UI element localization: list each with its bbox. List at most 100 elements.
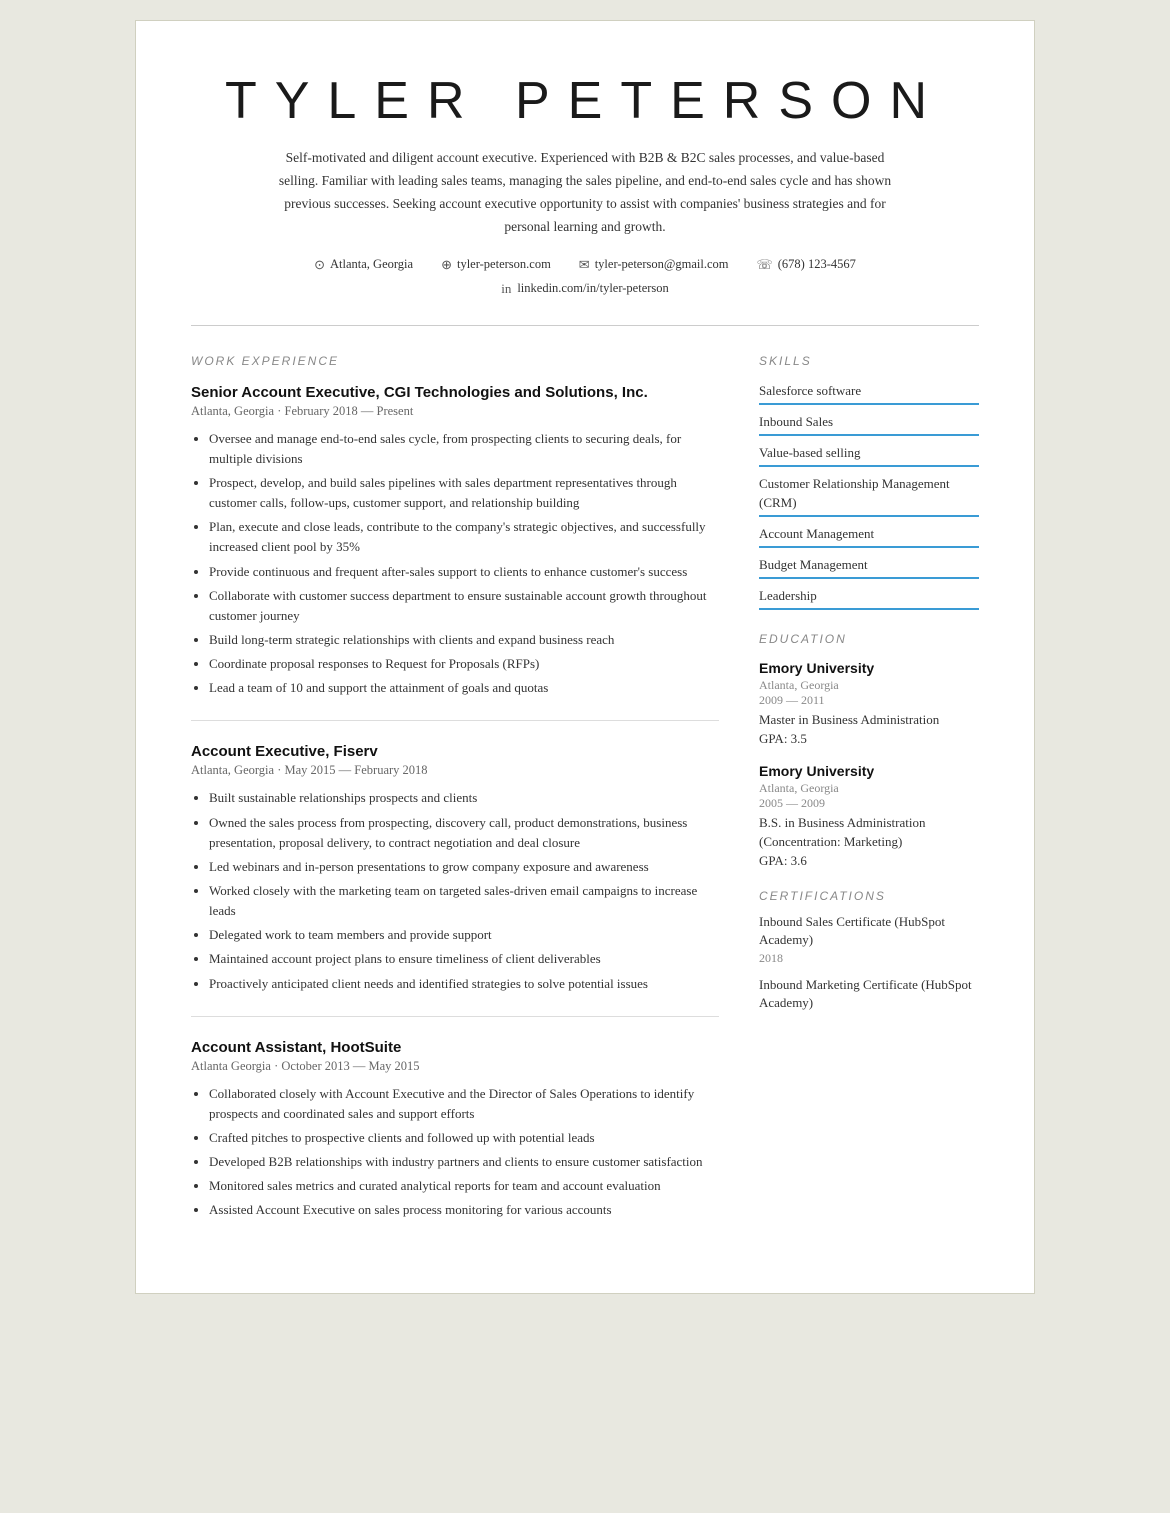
globe-icon: ⊕ [441,257,452,273]
certifications-list: Inbound Sales Certificate (HubSpot Acade… [759,913,979,1013]
skills-section-title: SKILLS [759,354,979,368]
job-1-title: Senior Account Executive, CGI Technologi… [191,384,719,401]
skill-item: Salesforce software [759,382,979,405]
main-column: WORK EXPERIENCE Senior Account Executive… [191,354,719,1243]
email-contact: ✉ tyler-peterson@gmail.com [579,257,729,273]
list-item: Prospect, develop, and build sales pipel… [209,473,719,513]
skill-name: Account Management [759,525,979,543]
linkedin-text: linkedin.com/in/tyler-peterson [517,281,668,296]
cert-name: Inbound Marketing Certificate (HubSpot A… [759,976,979,1012]
skill-item: Customer Relationship Management (CRM) [759,475,979,516]
skill-underline [759,434,979,436]
cert-item-2: Inbound Marketing Certificate (HubSpot A… [759,976,979,1012]
list-item: Worked closely with the marketing team o… [209,881,719,921]
list-item: Crafted pitches to prospective clients a… [209,1128,719,1148]
skill-underline [759,546,979,548]
linkedin-icon: in [501,281,511,297]
job-3: Account Assistant, HootSuite Atlanta Geo… [191,1039,719,1221]
linkedin-row: in linkedin.com/in/tyler-peterson [191,281,979,297]
edu-location: Atlanta, Georgia [759,678,979,693]
contact-row: ⊙ Atlanta, Georgia ⊕ tyler-peterson.com … [191,257,979,273]
list-item: Assisted Account Executive on sales proc… [209,1200,719,1220]
skill-item: Account Management [759,525,979,548]
list-item: Oversee and manage end-to-end sales cycl… [209,429,719,469]
job-2-divider [191,1016,719,1017]
work-experience-section-title: WORK EXPERIENCE [191,354,719,368]
email-icon: ✉ [579,257,590,273]
phone-contact: ☏ (678) 123-4567 [757,257,856,273]
education-item-1: Emory UniversityAtlanta, Georgia2009 — 2… [759,660,979,747]
job-2-location: Atlanta, Georgia [191,763,274,777]
job-3-title: Account Assistant, HootSuite [191,1039,719,1056]
list-item: Build long-term strategic relationships … [209,630,719,650]
skill-underline [759,608,979,610]
list-item: Built sustainable relationships prospect… [209,788,719,808]
job-3-bullets: Collaborated closely with Account Execut… [191,1084,719,1221]
education-item-2: Emory University Atlanta, Georgia2005 — 2… [759,763,979,868]
job-1-location: Atlanta, Georgia [191,404,274,418]
skill-name: Leadership [759,587,979,605]
list-item: Owned the sales process from prospecting… [209,813,719,853]
edu-gpa: GPA: 3.6 [759,853,979,869]
sidebar-column: SKILLS Salesforce software Inbound Sales V… [759,354,979,1243]
resume-header: TYLER PETERSON Self-motivated and dilige… [191,71,979,297]
list-item: Monitored sales metrics and curated anal… [209,1176,719,1196]
cert-item-1: Inbound Sales Certificate (HubSpot Acade… [759,913,979,966]
location-icon: ⊙ [314,257,325,273]
education-section-title: EDUCATION [759,632,979,646]
cert-year: 2018 [759,951,979,966]
edu-degree: B.S. in Business Administration (Concent… [759,814,979,850]
education-list: Emory UniversityAtlanta, Georgia2009 — 2… [759,660,979,869]
list-item: Led webinars and in-person presentations… [209,857,719,877]
job-1-divider [191,720,719,721]
job-2-bullets: Built sustainable relationships prospect… [191,788,719,993]
job-2-separator: · [277,763,284,777]
job-3-location: Atlanta Georgia [191,1059,271,1073]
skill-item: Leadership [759,587,979,610]
job-2-dates: May 2015 — February 2018 [285,763,428,777]
job-1-bullets: Oversee and manage end-to-end sales cycl… [191,429,719,699]
edu-degree: Master in Business Administration [759,711,979,729]
edu-gpa: GPA: 3.5 [759,731,979,747]
skill-name: Customer Relationship Management (CRM) [759,475,979,511]
skill-item: Inbound Sales [759,413,979,436]
list-item: Collaborated closely with Account Execut… [209,1084,719,1124]
list-item: Collaborate with customer success depart… [209,586,719,626]
job-1-dates: February 2018 — Present [285,404,414,418]
edu-school: Emory University [759,660,979,676]
location-contact: ⊙ Atlanta, Georgia [314,257,413,273]
candidate-name: TYLER PETERSON [191,71,979,131]
edu-school: Emory University [759,763,979,779]
email-text: tyler-peterson@gmail.com [595,257,729,272]
edu-years: 2005 — 2009 [759,796,979,811]
skill-underline [759,577,979,579]
job-2-title: Account Executive, Fiserv [191,743,719,760]
job-1-separator: · [277,404,284,418]
summary-text: Self-motivated and diligent account exec… [265,147,905,239]
location-text: Atlanta, Georgia [330,257,413,272]
skill-item: Value-based selling [759,444,979,467]
header-divider [191,325,979,326]
job-2-meta: Atlanta, Georgia · May 2015 — February 2… [191,763,719,778]
cert-name: Inbound Sales Certificate (HubSpot Acade… [759,913,979,949]
skill-item: Budget Management [759,556,979,579]
skills-list: Salesforce software Inbound Sales Value-ba… [759,382,979,611]
list-item: Proactively anticipated client needs and… [209,974,719,994]
edu-location: Atlanta, Georgia [759,781,979,796]
job-3-meta: Atlanta Georgia · October 2013 — May 201… [191,1059,719,1074]
job-1: Senior Account Executive, CGI Technologi… [191,384,719,699]
job-1-meta: Atlanta, Georgia · February 2018 — Prese… [191,404,719,419]
skill-underline [759,465,979,467]
job-2: Account Executive, Fiserv Atlanta, Georg… [191,743,719,993]
website-text: tyler-peterson.com [457,257,551,272]
list-item: Lead a team of 10 and support the attain… [209,678,719,698]
skill-name: Value-based selling [759,444,979,462]
list-item: Coordinate proposal responses to Request… [209,654,719,674]
skill-name: Salesforce software [759,382,979,400]
two-column-layout: WORK EXPERIENCE Senior Account Executive… [191,354,979,1243]
skill-name: Budget Management [759,556,979,574]
skill-underline [759,403,979,405]
certifications-section-title: CERTIFICATIONS [759,889,979,903]
resume-document: TYLER PETERSON Self-motivated and dilige… [135,20,1035,1294]
phone-icon: ☏ [757,257,773,273]
